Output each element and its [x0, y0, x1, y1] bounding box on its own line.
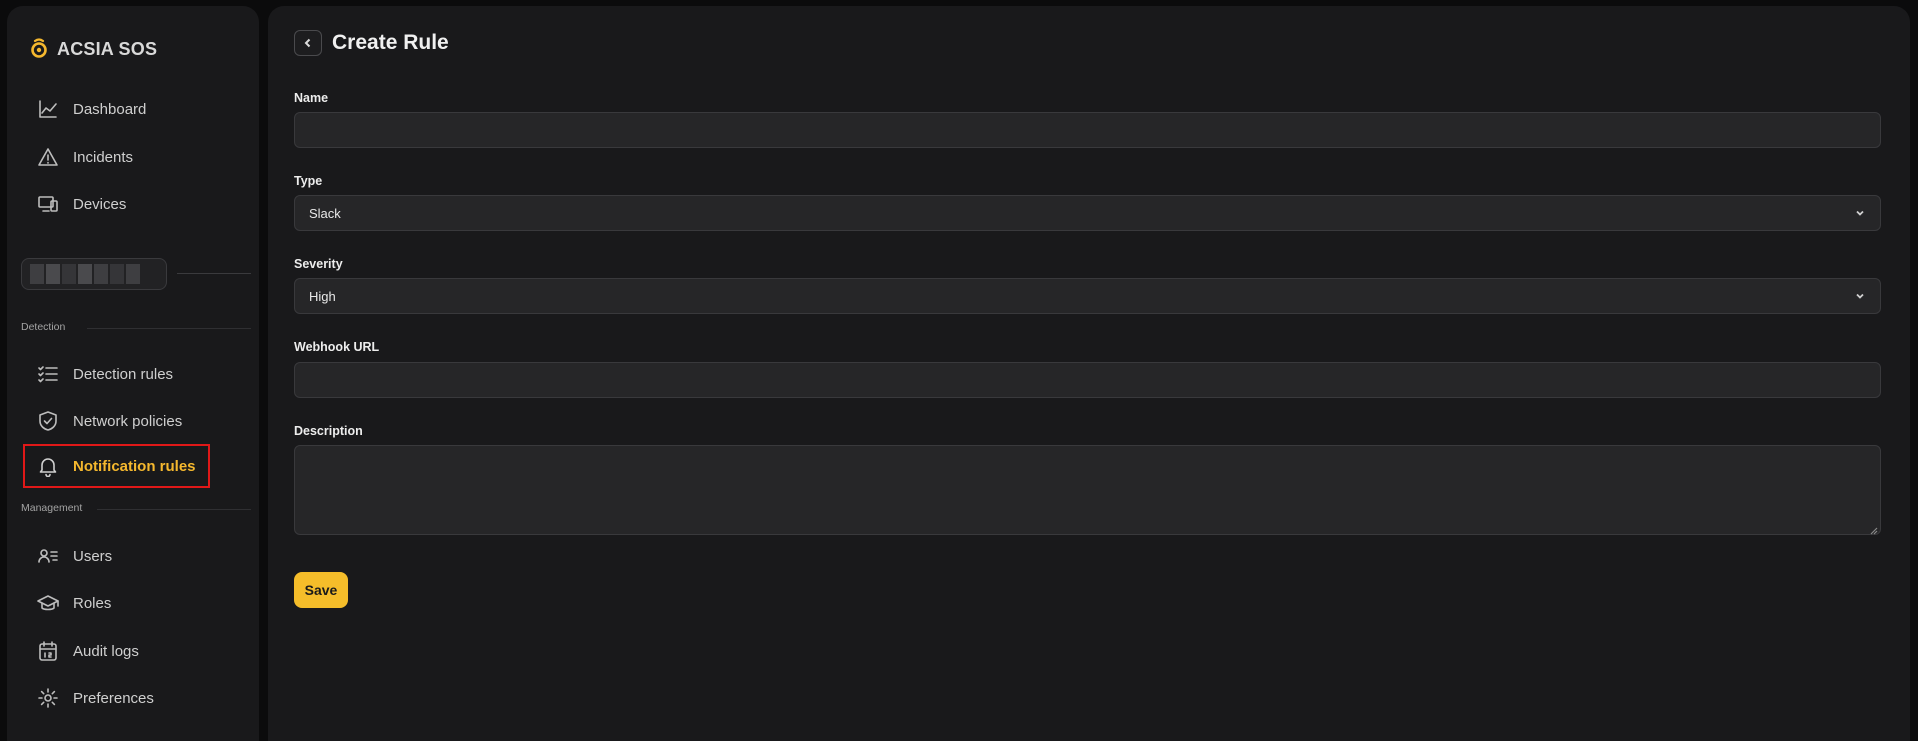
severity-select[interactable]: High: [294, 278, 1881, 314]
sidebar-item-network-policies[interactable]: Network policies: [27, 401, 182, 441]
app-root: ACSIA SOS Dashboard Incidents Devices De…: [0, 0, 1918, 741]
brand[interactable]: ACSIA SOS: [29, 36, 157, 62]
severity-label: Severity: [294, 257, 343, 271]
brand-logo-icon: [31, 38, 47, 58]
description-textarea[interactable]: [294, 445, 1881, 535]
sidebar-item-notification-rules[interactable]: Notification rules: [23, 444, 210, 488]
redacted-org-name: [30, 264, 140, 284]
sidebar-item-label: Notification rules: [73, 457, 196, 475]
type-select[interactable]: Slack: [294, 195, 1881, 231]
sidebar-item-label: Preferences: [73, 689, 154, 707]
description-label: Description: [294, 424, 363, 438]
chevron-down-icon: [1856, 210, 1864, 216]
section-label-detection: Detection: [21, 321, 66, 333]
chevron-down-icon: [1856, 293, 1864, 299]
chevron-left-icon: [304, 38, 311, 48]
name-input[interactable]: [294, 112, 1881, 148]
warning-triangle-icon: [37, 146, 59, 168]
users-list-icon: [37, 545, 59, 567]
sidebar-item-incidents[interactable]: Incidents: [27, 137, 133, 177]
shield-check-icon: [37, 410, 59, 432]
sidebar-item-devices[interactable]: Devices: [27, 184, 126, 224]
sidebar-item-label: Audit logs: [73, 642, 139, 660]
type-label: Type: [294, 174, 323, 188]
sidebar-item-detection-rules[interactable]: Detection rules: [27, 354, 173, 394]
organization-selector[interactable]: [21, 258, 167, 290]
divider: [97, 509, 251, 510]
sidebar-item-label: Devices: [73, 195, 127, 213]
chart-line-icon: [37, 98, 59, 120]
webhook-url-label: Webhook URL: [294, 340, 380, 354]
webhook-url-input[interactable]: [294, 362, 1881, 398]
sidebar-item-label: Roles: [73, 594, 112, 612]
resize-handle-icon[interactable]: [1868, 522, 1878, 535]
section-label-management: Management: [21, 502, 83, 514]
sidebar-item-audit-logs[interactable]: Audit logs: [27, 631, 139, 671]
graduation-cap-icon: [37, 592, 59, 614]
page-header: Create Rule: [294, 30, 449, 56]
sidebar-item-users[interactable]: Users: [27, 536, 112, 576]
brand-name: ACSIA SOS: [57, 38, 158, 59]
divider: [87, 328, 251, 329]
severity-select-value: High: [309, 288, 336, 304]
back-button[interactable]: [294, 30, 322, 56]
sidebar-item-label: Detection rules: [73, 365, 174, 383]
name-label: Name: [294, 91, 329, 105]
sidebar-item-label: Users: [73, 547, 113, 565]
sidebar: ACSIA SOS Dashboard Incidents Devices De…: [7, 6, 259, 741]
sidebar-item-roles[interactable]: Roles: [27, 583, 111, 623]
sidebar-item-label: Network policies: [73, 412, 183, 430]
bell-icon: [37, 455, 59, 477]
sidebar-item-dashboard[interactable]: Dashboard: [27, 89, 146, 129]
divider: [177, 273, 251, 274]
sidebar-item-label: Incidents: [73, 148, 134, 166]
sidebar-item-preferences[interactable]: Preferences: [27, 678, 154, 718]
checklist-icon: [37, 363, 59, 385]
devices-icon: [37, 193, 59, 215]
calendar-icon: [37, 640, 59, 662]
sidebar-item-label: Dashboard: [73, 100, 147, 118]
main-panel: Create Rule Name Type Slack Severity Hig…: [268, 6, 1910, 741]
type-select-value: Slack: [309, 205, 341, 221]
save-button[interactable]: Save: [294, 572, 348, 608]
gear-icon: [37, 687, 59, 709]
page-title: Create Rule: [332, 31, 449, 54]
